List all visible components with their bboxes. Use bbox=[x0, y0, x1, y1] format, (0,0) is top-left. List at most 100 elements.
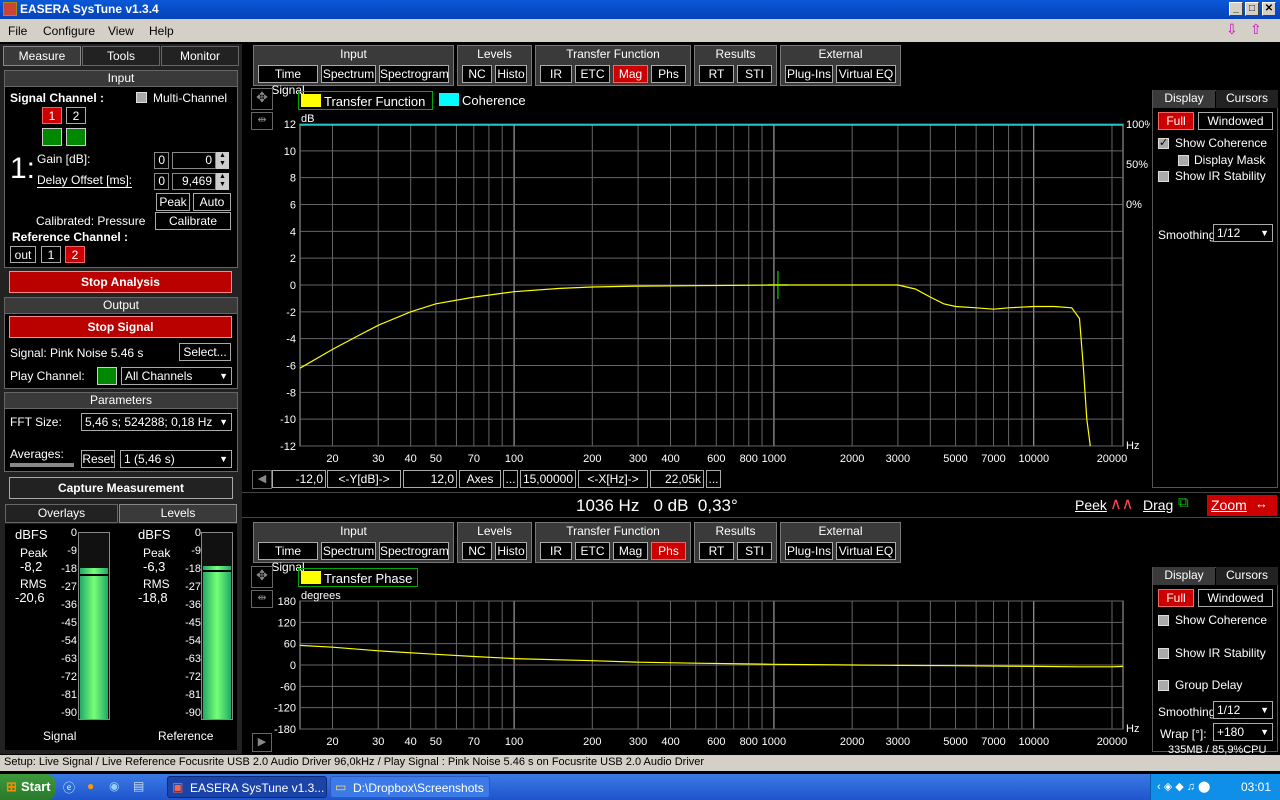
toolbar-mag-button-2[interactable]: Mag bbox=[613, 542, 648, 560]
task-easera[interactable]: ▣ EASERA SysTune v1.3... bbox=[167, 776, 327, 798]
toolbar-ir-button[interactable]: IR bbox=[540, 65, 572, 83]
drag-label[interactable]: Drag bbox=[1143, 497, 1173, 513]
x-min-field[interactable]: 15,00000 bbox=[520, 470, 576, 488]
toolbar-spectrogram-button[interactable]: Spectrogram bbox=[379, 65, 449, 83]
tab-display-bottom[interactable]: Display bbox=[1153, 567, 1215, 585]
toolbar-sti-button-2[interactable]: STI bbox=[737, 542, 772, 560]
auto-button[interactable]: Auto bbox=[193, 193, 231, 211]
desktop-icon[interactable]: ▤ bbox=[133, 779, 144, 793]
player-icon[interactable]: ◉ bbox=[109, 779, 119, 793]
gain-field-a[interactable]: 0 bbox=[154, 152, 169, 169]
axes-more-button[interactable]: ... bbox=[503, 470, 518, 488]
select-signal-button[interactable]: Select... bbox=[179, 343, 231, 361]
pin-up-icon[interactable]: ⇧ bbox=[1250, 21, 1262, 38]
delay-field[interactable]: 9,469 bbox=[172, 173, 216, 190]
channel-1-color-swatch[interactable] bbox=[42, 128, 62, 146]
tab-monitor[interactable]: Monitor bbox=[161, 46, 239, 66]
y-min-field[interactable]: -12,0 bbox=[272, 470, 326, 488]
toolbar-histo-button[interactable]: Histo bbox=[495, 65, 527, 83]
play-channel-color[interactable] bbox=[97, 367, 117, 385]
ie-icon[interactable]: ⓔ bbox=[63, 779, 75, 796]
legend-transfer-function[interactable]: Transfer Function bbox=[298, 91, 433, 110]
legend-coherence-label[interactable]: Coherence bbox=[462, 93, 526, 108]
toolbar-plug-ins-button-2[interactable]: Plug-Ins bbox=[785, 542, 833, 560]
show-coherence-checkbox-2[interactable] bbox=[1158, 615, 1169, 626]
display-mask-checkbox[interactable] bbox=[1178, 155, 1189, 166]
start-button[interactable]: ⊞ Start bbox=[0, 774, 56, 800]
task-explorer[interactable]: ▭ D:\Dropbox\Screenshots bbox=[330, 776, 490, 798]
reset-button[interactable]: Reset bbox=[81, 450, 115, 468]
fft-size-select[interactable]: 5,46 s; 524288; 0,18 Hz bbox=[81, 413, 232, 431]
toolbar-phs-button[interactable]: Phs bbox=[651, 65, 686, 83]
group-delay-checkbox[interactable] bbox=[1158, 680, 1169, 691]
toolbar-time-signal-button[interactable]: Time Signal bbox=[258, 65, 318, 97]
windowed-button-bottom[interactable]: Windowed bbox=[1198, 589, 1273, 607]
toolbar-etc-button[interactable]: ETC bbox=[575, 65, 610, 83]
toolbar-phs-button-2[interactable]: Phs bbox=[651, 542, 686, 560]
toolbar-virtual-eq-button-2[interactable]: Virtual EQ bbox=[836, 542, 896, 560]
play-channel-select[interactable]: All Channels bbox=[121, 367, 232, 385]
full-button-bottom[interactable]: Full bbox=[1158, 589, 1194, 607]
peek-icon[interactable]: ∧∧ bbox=[1110, 494, 1133, 514]
toolbar-nc-button-2[interactable]: NC bbox=[462, 542, 492, 560]
calibrate-button[interactable]: Calibrate bbox=[155, 212, 231, 230]
toolbar-spectrum-button-2[interactable]: Spectrum bbox=[321, 542, 376, 560]
toolbar-mag-button[interactable]: Mag bbox=[613, 65, 648, 83]
show-ir-stability-checkbox-2[interactable] bbox=[1158, 648, 1169, 659]
reference-out-button[interactable]: out bbox=[10, 246, 36, 263]
menu-help[interactable]: Help bbox=[149, 24, 174, 38]
show-coherence-checkbox[interactable] bbox=[1158, 136, 1169, 149]
toolbar-nc-button[interactable]: NC bbox=[462, 65, 492, 83]
toolbar-rt-button[interactable]: RT bbox=[699, 65, 734, 83]
toolbar-spectrum-button[interactable]: Spectrum bbox=[321, 65, 376, 83]
peek-label[interactable]: Peek bbox=[1075, 497, 1107, 513]
toolbar-spectrogram-button-2[interactable]: Spectrogram bbox=[379, 542, 449, 560]
stop-signal-button[interactable]: Stop Signal bbox=[9, 316, 232, 338]
axes-button[interactable]: Axes bbox=[459, 470, 501, 488]
toolbar-ir-button-2[interactable]: IR bbox=[540, 542, 572, 560]
x-axis-label[interactable]: <-X[Hz]-> bbox=[578, 470, 648, 488]
maximize-button[interactable]: □ bbox=[1245, 2, 1259, 16]
toolbar-sti-button[interactable]: STI bbox=[737, 65, 772, 83]
channel-2-color-swatch[interactable] bbox=[66, 128, 86, 146]
menu-view[interactable]: View bbox=[108, 24, 134, 38]
x-max-field[interactable]: 22,05k bbox=[650, 470, 704, 488]
x-more-button[interactable]: ... bbox=[706, 470, 721, 488]
capture-measurement-button[interactable]: Capture Measurement bbox=[9, 477, 233, 499]
peak-button[interactable]: Peak bbox=[156, 193, 190, 211]
delay-spinner[interactable]: ▲ ▼ bbox=[216, 173, 229, 190]
transfer-phase-chart[interactable]: 180120600-60-120-18020 30 40 50 70 100 200 300 4… bbox=[250, 587, 1150, 752]
minimize-button[interactable]: _ bbox=[1229, 2, 1243, 16]
signal-channel-2-button[interactable]: 2 bbox=[66, 107, 86, 124]
gain-field[interactable]: 0 bbox=[172, 152, 216, 169]
reference-1-button[interactable]: 1 bbox=[41, 246, 61, 263]
tab-cursors-top[interactable]: Cursors bbox=[1216, 90, 1278, 108]
y-max-field[interactable]: 12,0 bbox=[403, 470, 457, 488]
tab-levels[interactable]: Levels bbox=[119, 504, 237, 523]
wrap-select[interactable]: +180 bbox=[1213, 723, 1273, 741]
tab-display-top[interactable]: Display bbox=[1153, 90, 1215, 108]
toolbar-plug-ins-button[interactable]: Plug-Ins bbox=[785, 65, 833, 83]
toolbar-time-signal-button-2[interactable]: Time Signal bbox=[258, 542, 318, 574]
multi-channel-checkbox[interactable] bbox=[136, 92, 147, 103]
toolbar-etc-button-2[interactable]: ETC bbox=[575, 542, 610, 560]
menu-file[interactable]: File bbox=[8, 24, 27, 38]
move-icon-2[interactable]: ✥ bbox=[251, 566, 273, 588]
transfer-function-chart[interactable]: 121086420-2-4-6-8-10-1220 30 40 50 70 100 200 3… bbox=[250, 110, 1150, 470]
averages-slider[interactable] bbox=[10, 463, 74, 467]
firefox-icon[interactable]: ● bbox=[87, 779, 94, 793]
toolbar-histo-button-2[interactable]: Histo bbox=[495, 542, 527, 560]
windowed-button-top[interactable]: Windowed bbox=[1198, 112, 1273, 130]
toolbar-rt-button-2[interactable]: RT bbox=[699, 542, 734, 560]
zoom-button[interactable]: Zoom ↔ bbox=[1207, 495, 1277, 516]
stop-analysis-button[interactable]: Stop Analysis bbox=[9, 271, 232, 293]
menu-configure[interactable]: Configure bbox=[43, 24, 95, 38]
tray-icons[interactable]: ‹ ◈ ◆ ♫ ⬤ bbox=[1157, 780, 1210, 793]
drag-icon[interactable]: ⧉ bbox=[1178, 494, 1189, 511]
toolbar-virtual-eq-button[interactable]: Virtual EQ bbox=[836, 65, 896, 83]
smoothing-select-top[interactable]: 1/12 bbox=[1213, 224, 1273, 242]
tab-cursors-bottom[interactable]: Cursors bbox=[1216, 567, 1278, 585]
delay-field-a[interactable]: 0 bbox=[154, 173, 169, 190]
move-icon[interactable]: ✥ bbox=[251, 88, 273, 110]
tab-overlays[interactable]: Overlays bbox=[5, 504, 118, 523]
